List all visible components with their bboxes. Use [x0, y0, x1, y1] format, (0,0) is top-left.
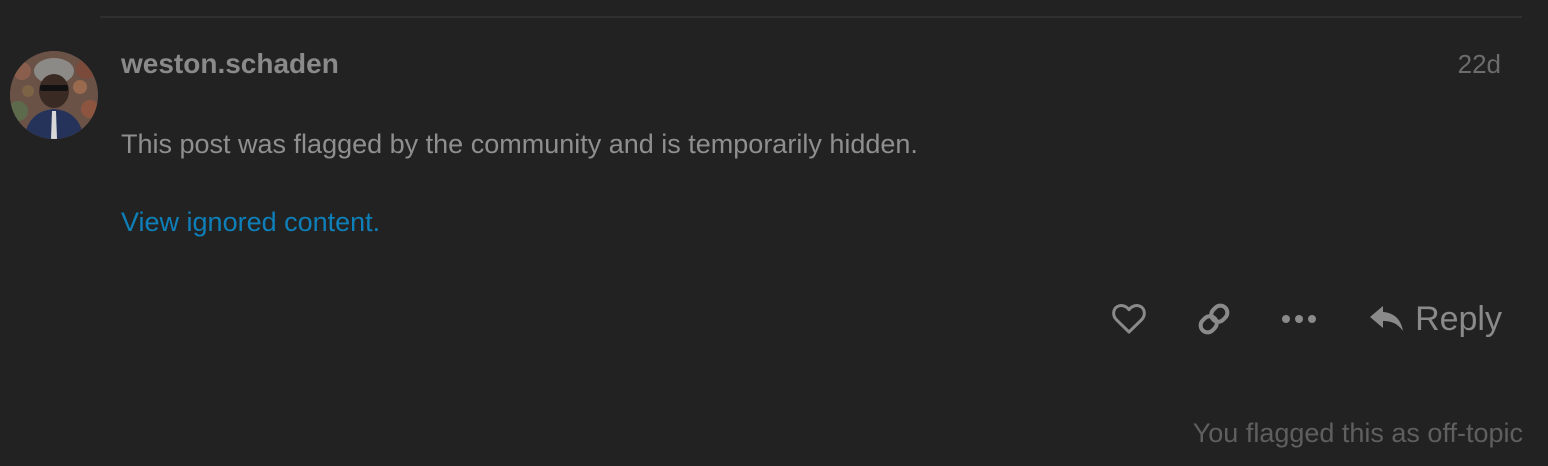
avatar[interactable]	[10, 51, 98, 139]
post-divider	[100, 16, 1522, 18]
flag-status-text: You flagged this as off-topic	[1192, 418, 1523, 448]
heart-icon	[1112, 304, 1146, 334]
avatar-image	[10, 51, 98, 139]
hidden-post-notice: This post was flagged by the community a…	[121, 129, 918, 159]
more-actions-button[interactable]	[1279, 295, 1319, 343]
link-icon	[1198, 303, 1230, 335]
share-link-button[interactable]	[1194, 295, 1234, 343]
reply-label: Reply	[1415, 300, 1502, 338]
reply-button[interactable]: Reply	[1369, 295, 1502, 343]
post-date[interactable]: 22d	[1458, 48, 1501, 80]
username-link[interactable]: weston.schaden	[121, 48, 339, 80]
reply-arrow-icon	[1369, 304, 1405, 334]
view-ignored-content-link[interactable]: View ignored content.	[121, 205, 380, 239]
like-button[interactable]	[1109, 295, 1149, 343]
post-actions: Reply	[1109, 295, 1502, 343]
ellipsis-icon	[1282, 315, 1317, 323]
